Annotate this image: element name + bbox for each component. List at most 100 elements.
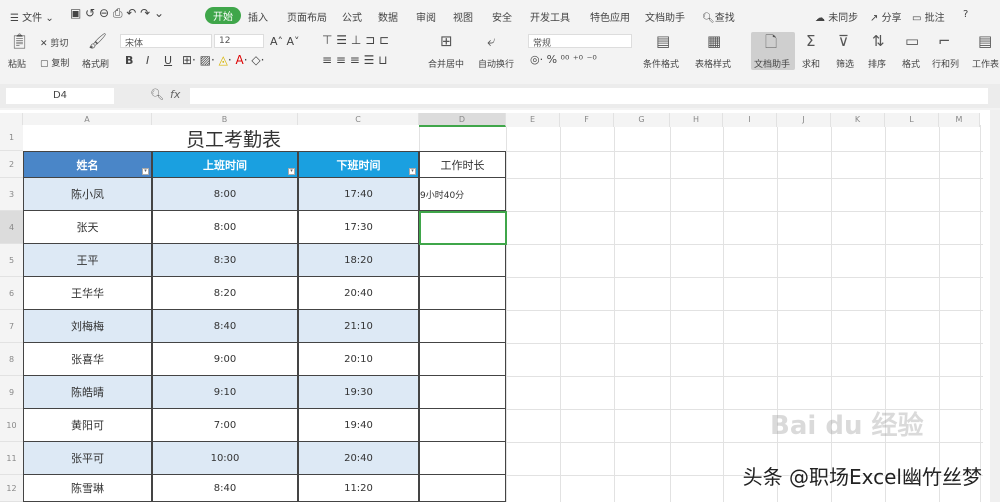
cell-duration[interactable] (419, 475, 506, 502)
row-header-8[interactable]: 8 (0, 343, 23, 376)
fx-button[interactable]: fx (170, 88, 180, 101)
merge-center-button[interactable]: 合并居中 (428, 57, 464, 70)
cell-duration[interactable] (419, 277, 506, 310)
cell-end[interactable]: 17:30 (298, 211, 419, 244)
comment-button[interactable]: ▭ 批注 (912, 9, 945, 24)
underline-button[interactable]: U (164, 54, 172, 67)
cell-name[interactable]: 陈小凤 (23, 178, 152, 211)
share-button[interactable]: ↗ 分享 (870, 9, 902, 24)
worksheet-button[interactable]: 工作表 (972, 57, 999, 70)
cell-duration[interactable] (419, 244, 506, 277)
row-col-button[interactable]: 行和列 (932, 57, 959, 70)
column-header-D[interactable]: D (419, 113, 506, 127)
row-header-11[interactable]: 11 (0, 442, 23, 475)
vertical-scrollbar[interactable] (990, 110, 1000, 502)
row-header-6[interactable]: 6 (0, 277, 23, 310)
cell-start[interactable]: 8:30 (152, 244, 298, 277)
cell-start[interactable]: 8:00 (152, 211, 298, 244)
cell-end[interactable]: 19:40 (298, 409, 419, 442)
header-cell-2[interactable]: 下班时间 ▾ (298, 151, 419, 178)
cell-start[interactable]: 9:10 (152, 376, 298, 409)
cell-start[interactable]: 10:00 (152, 442, 298, 475)
row-header-4[interactable]: 4 (0, 211, 23, 244)
cell-name[interactable]: 王华华 (23, 277, 152, 310)
cell-duration[interactable] (419, 376, 506, 409)
row-header-5[interactable]: 5 (0, 244, 23, 277)
cell-start[interactable]: 8:20 (152, 277, 298, 310)
cell-name[interactable]: 张天 (23, 211, 152, 244)
tab-2[interactable]: 页面布局 (287, 9, 327, 24)
cell-name[interactable]: 黄阳可 (23, 409, 152, 442)
cell-end[interactable]: 20:40 (298, 442, 419, 475)
cell-start[interactable]: 7:00 (152, 409, 298, 442)
selected-cell-d4[interactable] (419, 211, 507, 245)
column-header-K[interactable]: K (831, 113, 885, 127)
cell-start[interactable]: 8:40 (152, 310, 298, 343)
column-header-H[interactable]: H (670, 113, 723, 127)
row-header-9[interactable]: 9 (0, 376, 23, 409)
row-header-3[interactable]: 3 (0, 178, 23, 211)
cell-name[interactable]: 刘梅梅 (23, 310, 152, 343)
help-button[interactable]: ? (963, 9, 968, 20)
cell-duration[interactable] (419, 409, 506, 442)
font-size-select[interactable]: 12 (214, 34, 264, 48)
cell-start[interactable]: 9:00 (152, 343, 298, 376)
format-painter-button[interactable]: 格式刷 (82, 57, 109, 70)
column-header-E[interactable]: E (506, 113, 560, 127)
align-horizontal-icons[interactable]: ≡ ≡ ≡ ☰ ⊔ (322, 53, 388, 67)
tab-7[interactable]: 安全 (492, 9, 512, 24)
sync-button[interactable]: ☁ 未同步 (815, 9, 858, 24)
tab-4[interactable]: 数据 (378, 9, 398, 24)
header-cell-3[interactable]: 工作时长 (419, 151, 506, 178)
column-header-F[interactable]: F (560, 113, 614, 127)
cell-end[interactable]: 17:40 (298, 178, 419, 211)
align-icons[interactable]: ⊤ ☰ ⊥ ⊐ ⊏ (322, 33, 389, 47)
bold-button[interactable]: B (125, 54, 133, 67)
cell-end[interactable]: 19:30 (298, 376, 419, 409)
tab-8[interactable]: 开发工具 (530, 9, 570, 24)
name-box[interactable]: D4 (6, 88, 114, 104)
paste-button[interactable]: 粘贴 (8, 57, 26, 70)
row-header-2[interactable]: 2 (0, 151, 23, 178)
cell-end[interactable]: 21:10 (298, 310, 419, 343)
cell-end[interactable]: 20:10 (298, 343, 419, 376)
header-cell-1[interactable]: 上班时间 ▾ (152, 151, 298, 178)
column-header-L[interactable]: L (885, 113, 939, 127)
cell-duration[interactable] (419, 343, 506, 376)
format-button[interactable]: 格式 (902, 57, 920, 70)
cell-name[interactable]: 陈雪琳 (23, 475, 152, 502)
conditional-format-button[interactable]: 条件格式 (643, 57, 679, 70)
column-header-J[interactable]: J (777, 113, 831, 127)
table-style-button[interactable]: 表格样式 (695, 57, 731, 70)
cell-duration[interactable] (419, 310, 506, 343)
row-header-10[interactable]: 10 (0, 409, 23, 442)
zoom-formula-icon[interactable]: 🔍︎ (150, 88, 164, 101)
cell-end[interactable]: 18:20 (298, 244, 419, 277)
font-name-select[interactable]: 宋体 (120, 34, 212, 49)
column-header-I[interactable]: I (723, 113, 777, 127)
tab-3[interactable]: 公式 (342, 9, 362, 24)
filter-dropdown-icon[interactable]: ▾ (409, 168, 416, 175)
border-fill-color-icons[interactable]: ⊞· ▨· ◬· A· ◇· (182, 53, 264, 67)
row-header-1[interactable]: 1 (0, 125, 23, 151)
cell-start[interactable]: 8:00 (152, 178, 298, 211)
cell-name[interactable]: 张喜华 (23, 343, 152, 376)
sort-button[interactable]: 排序 (868, 57, 886, 70)
tab-0[interactable]: 开始 (205, 7, 241, 24)
filter-dropdown-icon[interactable]: ▾ (142, 168, 149, 175)
cell-name[interactable]: 王平 (23, 244, 152, 277)
cell-end[interactable]: 11:20 (298, 475, 419, 502)
header-cell-0[interactable]: 姓名 ▾ (23, 151, 152, 178)
row-header-7[interactable]: 7 (0, 310, 23, 343)
sheet-title[interactable]: 员工考勤表 (23, 125, 419, 151)
number-format-select[interactable]: 常规 (528, 34, 632, 49)
copy-button[interactable]: ▢ 复制 (40, 56, 69, 69)
wrap-text-button[interactable]: 自动换行 (478, 57, 514, 70)
tab-5[interactable]: 审阅 (416, 9, 436, 24)
formula-input[interactable] (190, 88, 988, 104)
tab-10[interactable]: 文档助手 (645, 9, 685, 24)
search-button[interactable]: 🔍︎查找 (702, 9, 735, 24)
menu-file[interactable]: ☰ 文件 ⌄ (10, 9, 54, 24)
sum-button[interactable]: 求和 (802, 57, 820, 70)
column-header-M[interactable]: M (939, 113, 980, 127)
